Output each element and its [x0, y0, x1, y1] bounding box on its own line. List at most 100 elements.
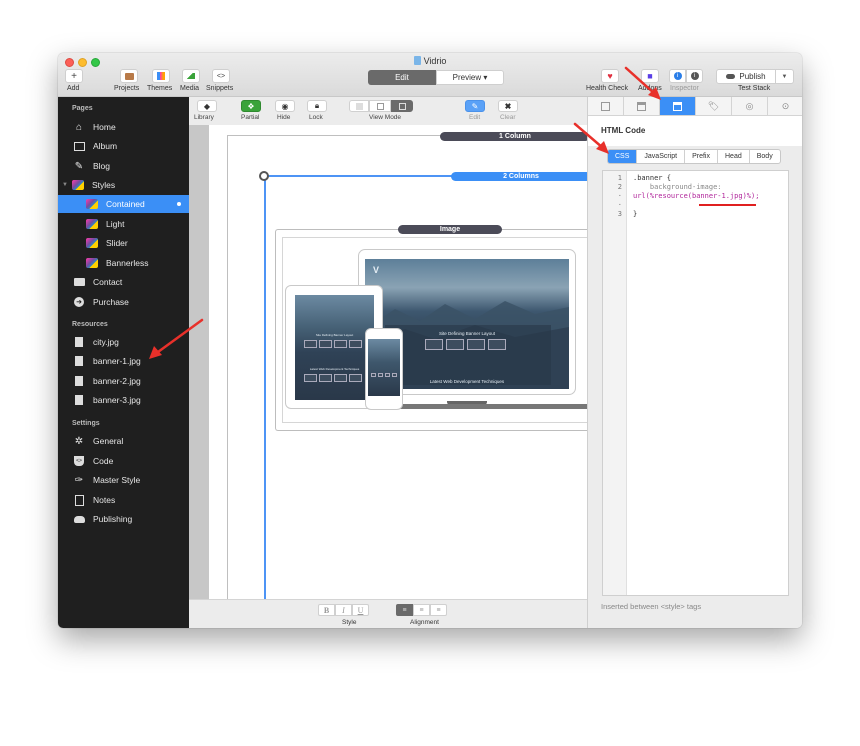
- clear-button[interactable]: ✖: [498, 100, 518, 112]
- pages-header: Pages: [72, 105, 93, 112]
- code-icon: <>: [73, 456, 85, 467]
- brush-icon: ✑: [74, 474, 84, 486]
- tab-layout[interactable]: [588, 97, 624, 115]
- addons-button[interactable]: ■: [641, 69, 659, 83]
- tablet-screen: Site Defining Banner Layout Latest Web D…: [295, 295, 374, 400]
- layout-icon: [637, 101, 646, 111]
- sidebar-item-publishing[interactable]: Publishing: [58, 510, 189, 528]
- file-icon: [73, 395, 85, 406]
- inspector-alt-button[interactable]: i: [686, 69, 703, 83]
- code-tab-head[interactable]: Head: [718, 150, 750, 163]
- code-tab-body[interactable]: Body: [750, 150, 780, 163]
- italic-button[interactable]: I: [335, 604, 352, 616]
- one-column-label[interactable]: 1 Column: [440, 132, 590, 141]
- two-columns-left-border: [264, 175, 266, 599]
- hide-button[interactable]: ◉: [275, 100, 295, 112]
- mockup-icons: [425, 339, 506, 350]
- align-center-button[interactable]: ≡: [413, 604, 430, 616]
- inspector-info-button[interactable]: i: [669, 69, 686, 83]
- sidebar-item-light[interactable]: Light: [58, 215, 189, 233]
- edit-button[interactable]: ✎: [465, 100, 485, 112]
- tab-effects[interactable]: ◎: [732, 97, 768, 115]
- code-tab-prefix[interactable]: Prefix: [685, 150, 718, 163]
- view-mode-2-button[interactable]: [369, 100, 391, 112]
- sidebar-item-general[interactable]: ✲ General: [58, 432, 189, 450]
- publish-button[interactable]: Publish: [716, 69, 776, 84]
- resource-item[interactable]: banner-2.jpg: [58, 372, 189, 390]
- sidebar-item-styles[interactable]: ▼ Styles: [58, 176, 189, 194]
- library-button[interactable]: ◆: [197, 100, 217, 112]
- sidebar-item-album[interactable]: Album: [58, 137, 189, 155]
- test-stack-label: Test Stack: [738, 85, 771, 92]
- edit-label: Edit: [469, 114, 481, 121]
- canvas[interactable]: 1 Column 2 Columns Image V Site Defining…: [189, 125, 604, 605]
- snippets-button[interactable]: <>: [212, 69, 230, 83]
- lock-button[interactable]: 🔒︎: [307, 100, 327, 112]
- view-mode-3-button[interactable]: [391, 100, 413, 112]
- tab-tag[interactable]: 🏷︎: [696, 97, 732, 115]
- line-number: 3: [617, 210, 622, 218]
- sidebar-item-contact[interactable]: Contact: [58, 273, 189, 291]
- alignment-label: Alignment: [410, 619, 439, 626]
- inspector-tabs: 🏷︎ ◎ ⊙: [588, 97, 802, 116]
- sidebar-item-code[interactable]: <> Code: [58, 452, 189, 470]
- lock-label: Lock: [309, 114, 323, 121]
- tab-html-code[interactable]: [660, 97, 696, 115]
- bold-button[interactable]: B: [318, 604, 335, 616]
- addons-icon: ■: [647, 71, 653, 81]
- contact-icon: [73, 277, 85, 288]
- resource-item[interactable]: banner-1.jpg: [58, 352, 189, 370]
- sidebar-item-bannerless[interactable]: Bannerless: [58, 254, 189, 272]
- styles-icon: [86, 238, 98, 249]
- edit-mode-button[interactable]: Edit: [368, 70, 436, 85]
- code-tab-css[interactable]: CSS: [608, 150, 638, 163]
- selected-dot: [177, 202, 181, 206]
- file-icon: [73, 337, 85, 348]
- pencil-icon: ✎: [471, 101, 479, 111]
- add-button[interactable]: +: [65, 69, 83, 83]
- window-title: Vidrio: [58, 56, 802, 66]
- preview-mode-button[interactable]: Preview ▾: [436, 70, 504, 85]
- sidebar-item-master-style[interactable]: ✑ Master Style: [58, 471, 189, 489]
- themes-button[interactable]: [152, 69, 170, 83]
- cloud-icon: [726, 74, 736, 79]
- sidebar-item-notes[interactable]: Notes: [58, 491, 189, 509]
- code-tabs: CSS JavaScript Prefix Head Body: [607, 149, 781, 164]
- annotation-underline: [699, 204, 756, 206]
- stack-handle[interactable]: [259, 171, 269, 181]
- align-left-button[interactable]: ≡: [396, 604, 413, 616]
- snippets-label: Snippets: [206, 85, 234, 92]
- align-right-button[interactable]: ≡: [430, 604, 447, 616]
- disclosure-triangle-icon: ▼: [62, 182, 68, 188]
- code-editor[interactable]: 1 2 · · 3 .banner { background-image: ur…: [602, 170, 789, 596]
- image-label[interactable]: Image: [398, 225, 502, 234]
- clear-label: Clear: [500, 114, 516, 121]
- sidebar-item-purchase[interactable]: ➜ Purchase: [58, 293, 189, 311]
- line-number: 1: [617, 174, 622, 182]
- media-button[interactable]: [182, 69, 200, 83]
- inspector-footer: Inserted between <style> tags: [601, 602, 702, 611]
- view-mode-label: View Mode: [369, 114, 402, 121]
- underline-button[interactable]: U: [352, 604, 369, 616]
- styles-icon: [86, 199, 98, 210]
- sidebar-item-contained[interactable]: Contained: [58, 195, 189, 213]
- tab-settings[interactable]: ⊙: [768, 97, 802, 115]
- line-number: ·: [617, 192, 622, 200]
- sidebar-item-home[interactable]: ⌂ Home: [58, 118, 189, 136]
- partial-button[interactable]: ❖: [241, 100, 261, 112]
- sidebar-item-blog[interactable]: ✎ Blog: [58, 157, 189, 175]
- projects-button[interactable]: [120, 69, 138, 83]
- sidebar-item-slider[interactable]: Slider: [58, 234, 189, 252]
- resource-item[interactable]: city.jpg: [58, 333, 189, 351]
- canvas-gutter: [189, 125, 209, 599]
- health-check-button[interactable]: ♥: [601, 69, 619, 83]
- tag-icon: 🏷︎: [707, 100, 720, 111]
- two-columns-label[interactable]: 2 Columns: [451, 172, 591, 181]
- album-icon: [73, 141, 85, 152]
- code-tab-javascript[interactable]: JavaScript: [637, 150, 686, 163]
- partial-label: Partial: [241, 114, 260, 121]
- publish-dropdown-button[interactable]: ▼: [776, 69, 794, 84]
- view-mode-1-button[interactable]: [349, 100, 369, 112]
- tab-layout-alt[interactable]: [624, 97, 660, 115]
- resource-item[interactable]: banner-3.jpg: [58, 391, 189, 409]
